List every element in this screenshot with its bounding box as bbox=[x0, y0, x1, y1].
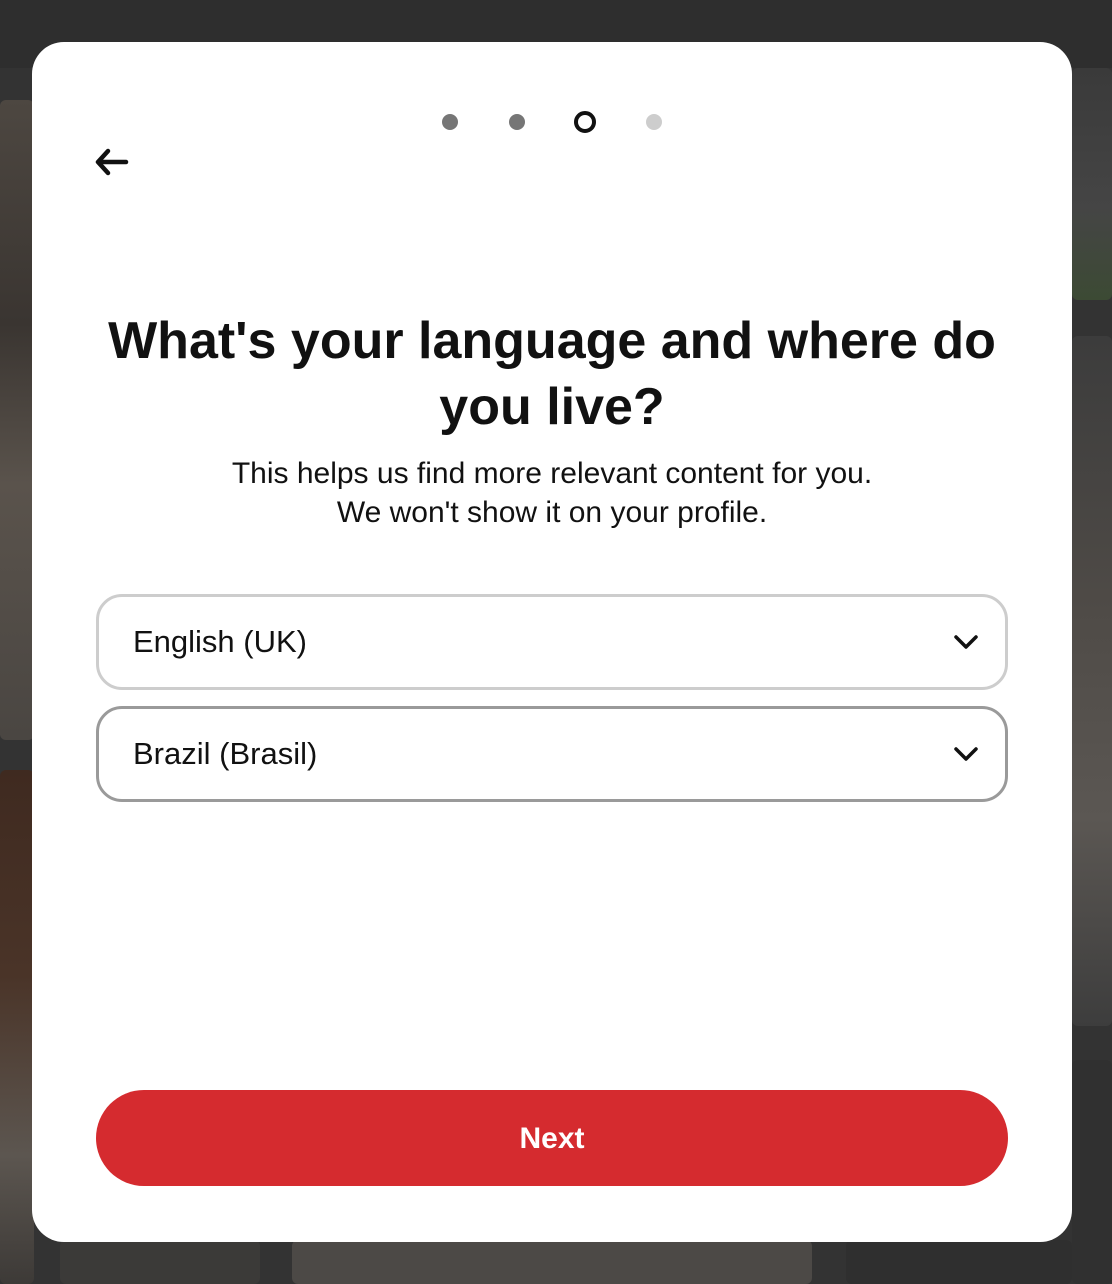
step-dot-1 bbox=[442, 114, 458, 130]
arrow-left-icon bbox=[95, 148, 129, 176]
modal-title: What's your language and where do you li… bbox=[108, 312, 996, 436]
next-button[interactable]: Next bbox=[96, 1090, 1008, 1186]
country-select-value: Brazil (Brasil) bbox=[133, 736, 318, 771]
country-select[interactable]: Brazil (Brasil) bbox=[96, 706, 1008, 802]
step-dot-2 bbox=[509, 114, 525, 130]
back-button[interactable] bbox=[88, 138, 136, 186]
step-dot-3-current bbox=[574, 111, 596, 133]
background-pin-image bbox=[846, 1240, 1072, 1284]
background-pin-image bbox=[0, 770, 34, 1284]
language-select[interactable]: English (UK) bbox=[96, 594, 1008, 690]
background-pin-image bbox=[292, 1240, 812, 1284]
background-pin-image bbox=[1072, 336, 1112, 1026]
background-pin-image bbox=[1072, 1060, 1112, 1284]
chevron-down-icon bbox=[951, 741, 981, 767]
chevron-down-icon bbox=[951, 629, 981, 655]
step-dot-4 bbox=[646, 114, 662, 130]
onboarding-modal: What's your language and where do you li… bbox=[32, 42, 1072, 1242]
modal-subtitle: This helps us find more relevant content… bbox=[231, 457, 873, 529]
background-pin-image bbox=[60, 1240, 260, 1284]
background-pin-image bbox=[1072, 68, 1112, 300]
background-pin-image bbox=[0, 100, 34, 740]
step-indicator bbox=[32, 110, 1072, 134]
language-select-value: English (UK) bbox=[133, 624, 307, 659]
